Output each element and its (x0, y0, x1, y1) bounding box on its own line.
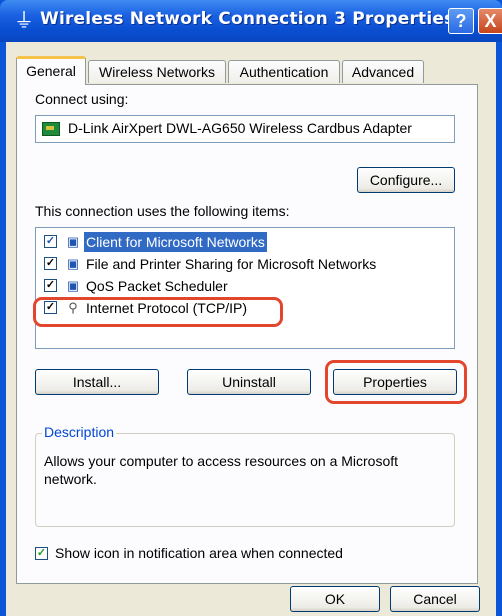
ok-button-label: OK (324, 591, 346, 607)
window-title: Wireless Network Connection 3 Properties (40, 9, 455, 29)
item-checkbox[interactable]: ✓ (44, 279, 57, 292)
uninstall-button[interactable]: Uninstall (187, 369, 311, 395)
tcp-ip-highlight-ring (33, 297, 283, 327)
close-button[interactable]: X (478, 8, 502, 34)
general-tab-panel: Connect using: D-Link AirXpert DWL-AG650… (16, 84, 478, 584)
cancel-button[interactable]: Cancel (390, 586, 480, 612)
adapter-name: D-Link AirXpert DWL-AG650 Wireless Cardb… (68, 120, 412, 136)
tab-general[interactable]: General (16, 56, 86, 85)
connect-using-label: Connect using: (35, 91, 129, 107)
item-checkbox[interactable]: ✓ (44, 257, 57, 270)
item-label: File and Printer Sharing for Microsoft N… (86, 256, 377, 272)
install-button[interactable]: Install... (35, 369, 159, 395)
item-label: Client for Microsoft Networks (84, 232, 267, 252)
help-button[interactable]: ? (448, 8, 474, 34)
cancel-button-label: Cancel (413, 591, 457, 607)
description-legend: Description (42, 424, 117, 440)
item-label: QoS Packet Scheduler (86, 278, 228, 294)
network-adapter-icon (42, 122, 60, 136)
dialog-client-area: General Wireless Networks Authentication… (6, 42, 496, 616)
configure-button-label: Configure... (369, 172, 443, 188)
ok-button[interactable]: OK (290, 586, 380, 612)
file-sharing-icon: ▣ (66, 256, 80, 271)
uninstall-button-label: Uninstall (222, 374, 276, 390)
network-connection-icon: ⏚ (14, 10, 34, 32)
tab-advanced[interactable]: Advanced (342, 60, 424, 83)
properties-highlight-ring (325, 360, 467, 404)
title-bar[interactable]: ⏚ Wireless Network Connection 3 Properti… (0, 0, 502, 42)
configure-button[interactable]: Configure... (357, 167, 455, 193)
install-button-label: Install... (72, 374, 122, 390)
network-client-icon: ▣ (66, 234, 80, 249)
items-list-label: This connection uses the following items… (35, 203, 290, 219)
item-checkbox[interactable]: ✓ (44, 235, 57, 248)
tab-authentication[interactable]: Authentication (228, 60, 340, 83)
adapter-field: D-Link AirXpert DWL-AG650 Wireless Cardb… (35, 115, 455, 143)
show-icon-checkbox[interactable]: ✓ (35, 547, 48, 560)
show-icon-label: Show icon in notification area when conn… (55, 545, 343, 561)
description-text: Allows your computer to access resources… (44, 453, 399, 487)
properties-dialog: ⏚ Wireless Network Connection 3 Properti… (0, 0, 502, 616)
qos-scheduler-icon: ▣ (66, 278, 80, 293)
tab-wireless-networks[interactable]: Wireless Networks (88, 60, 226, 83)
description-group: Description Allows your computer to acce… (35, 424, 455, 527)
components-list[interactable]: ✓ ▣ Client for Microsoft Networks ✓ ▣ Fi… (35, 227, 455, 349)
